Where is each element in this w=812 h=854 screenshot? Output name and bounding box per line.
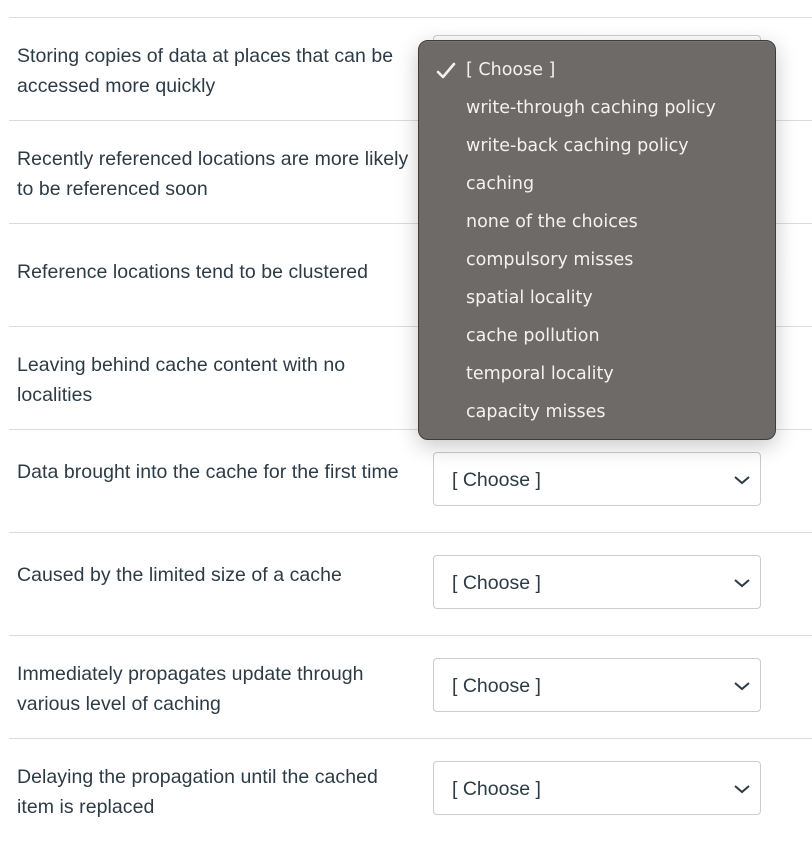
dropdown-option[interactable]: cache pollution [419,317,775,355]
chevron-down-icon [734,476,750,485]
question-row: Immediately propagates update through va… [9,635,812,738]
answer-select-value: [ Choose ] [452,778,541,800]
question-row: Data brought into the cache for the firs… [9,429,812,532]
dropdown-option[interactable]: caching [419,165,775,203]
dropdown-option-label: caching [466,174,535,194]
answer-select[interactable]: [ Choose ] [433,658,761,712]
dropdown-option[interactable]: write-back caching policy [419,127,775,165]
dropdown-option-label: capacity misses [466,402,606,422]
answer-select-value: [ Choose ] [452,675,541,697]
dropdown-option-label: compulsory misses [466,250,634,270]
question-row: Caused by the limited size of a cache [ … [9,532,812,635]
dropdown-option[interactable]: temporal locality [419,355,775,393]
dropdown-option-label: spatial locality [466,288,593,308]
dropdown-menu: [ Choose ] write-through caching policy … [418,40,776,440]
dropdown-option[interactable]: spatial locality [419,279,775,317]
dropdown-option[interactable]: capacity misses [419,393,775,431]
dropdown-option-label: write-back caching policy [466,136,689,156]
question-text: Storing copies of data at places that ca… [17,45,394,97]
checkmark-icon [436,62,456,79]
question-text: Data brought into the cache for the firs… [17,461,399,483]
dropdown-option[interactable]: compulsory misses [419,241,775,279]
dropdown-option[interactable]: write-through caching policy [419,89,775,127]
question-text: Immediately propagates update through va… [17,663,364,715]
dropdown-option-label: none of the choices [466,212,638,232]
answer-select[interactable]: [ Choose ] [433,555,761,609]
question-text: Delaying the propagation until the cache… [17,766,378,818]
chevron-down-icon [734,579,750,588]
dropdown-option[interactable]: none of the choices [419,203,775,241]
dropdown-option-label: [ Choose ] [466,60,556,80]
answer-select[interactable]: [ Choose ] [433,452,761,506]
answer-select-value: [ Choose ] [452,469,541,491]
question-text: Recently referenced locations are more l… [17,148,409,200]
dropdown-option-label: write-through caching policy [466,98,716,118]
dropdown-option-label: temporal locality [466,364,614,384]
chevron-down-icon [734,785,750,794]
question-row: Delaying the propagation until the cache… [9,738,812,841]
dropdown-option[interactable]: [ Choose ] [419,51,775,89]
answer-select[interactable]: [ Choose ] [433,761,761,815]
answer-select-value: [ Choose ] [452,572,541,594]
chevron-down-icon [734,682,750,691]
question-text: Leaving behind cache content with no loc… [17,354,346,406]
question-text: Reference locations tend to be clustered [17,261,369,283]
question-text: Caused by the limited size of a cache [17,564,342,586]
dropdown-option-label: cache pollution [466,326,600,346]
